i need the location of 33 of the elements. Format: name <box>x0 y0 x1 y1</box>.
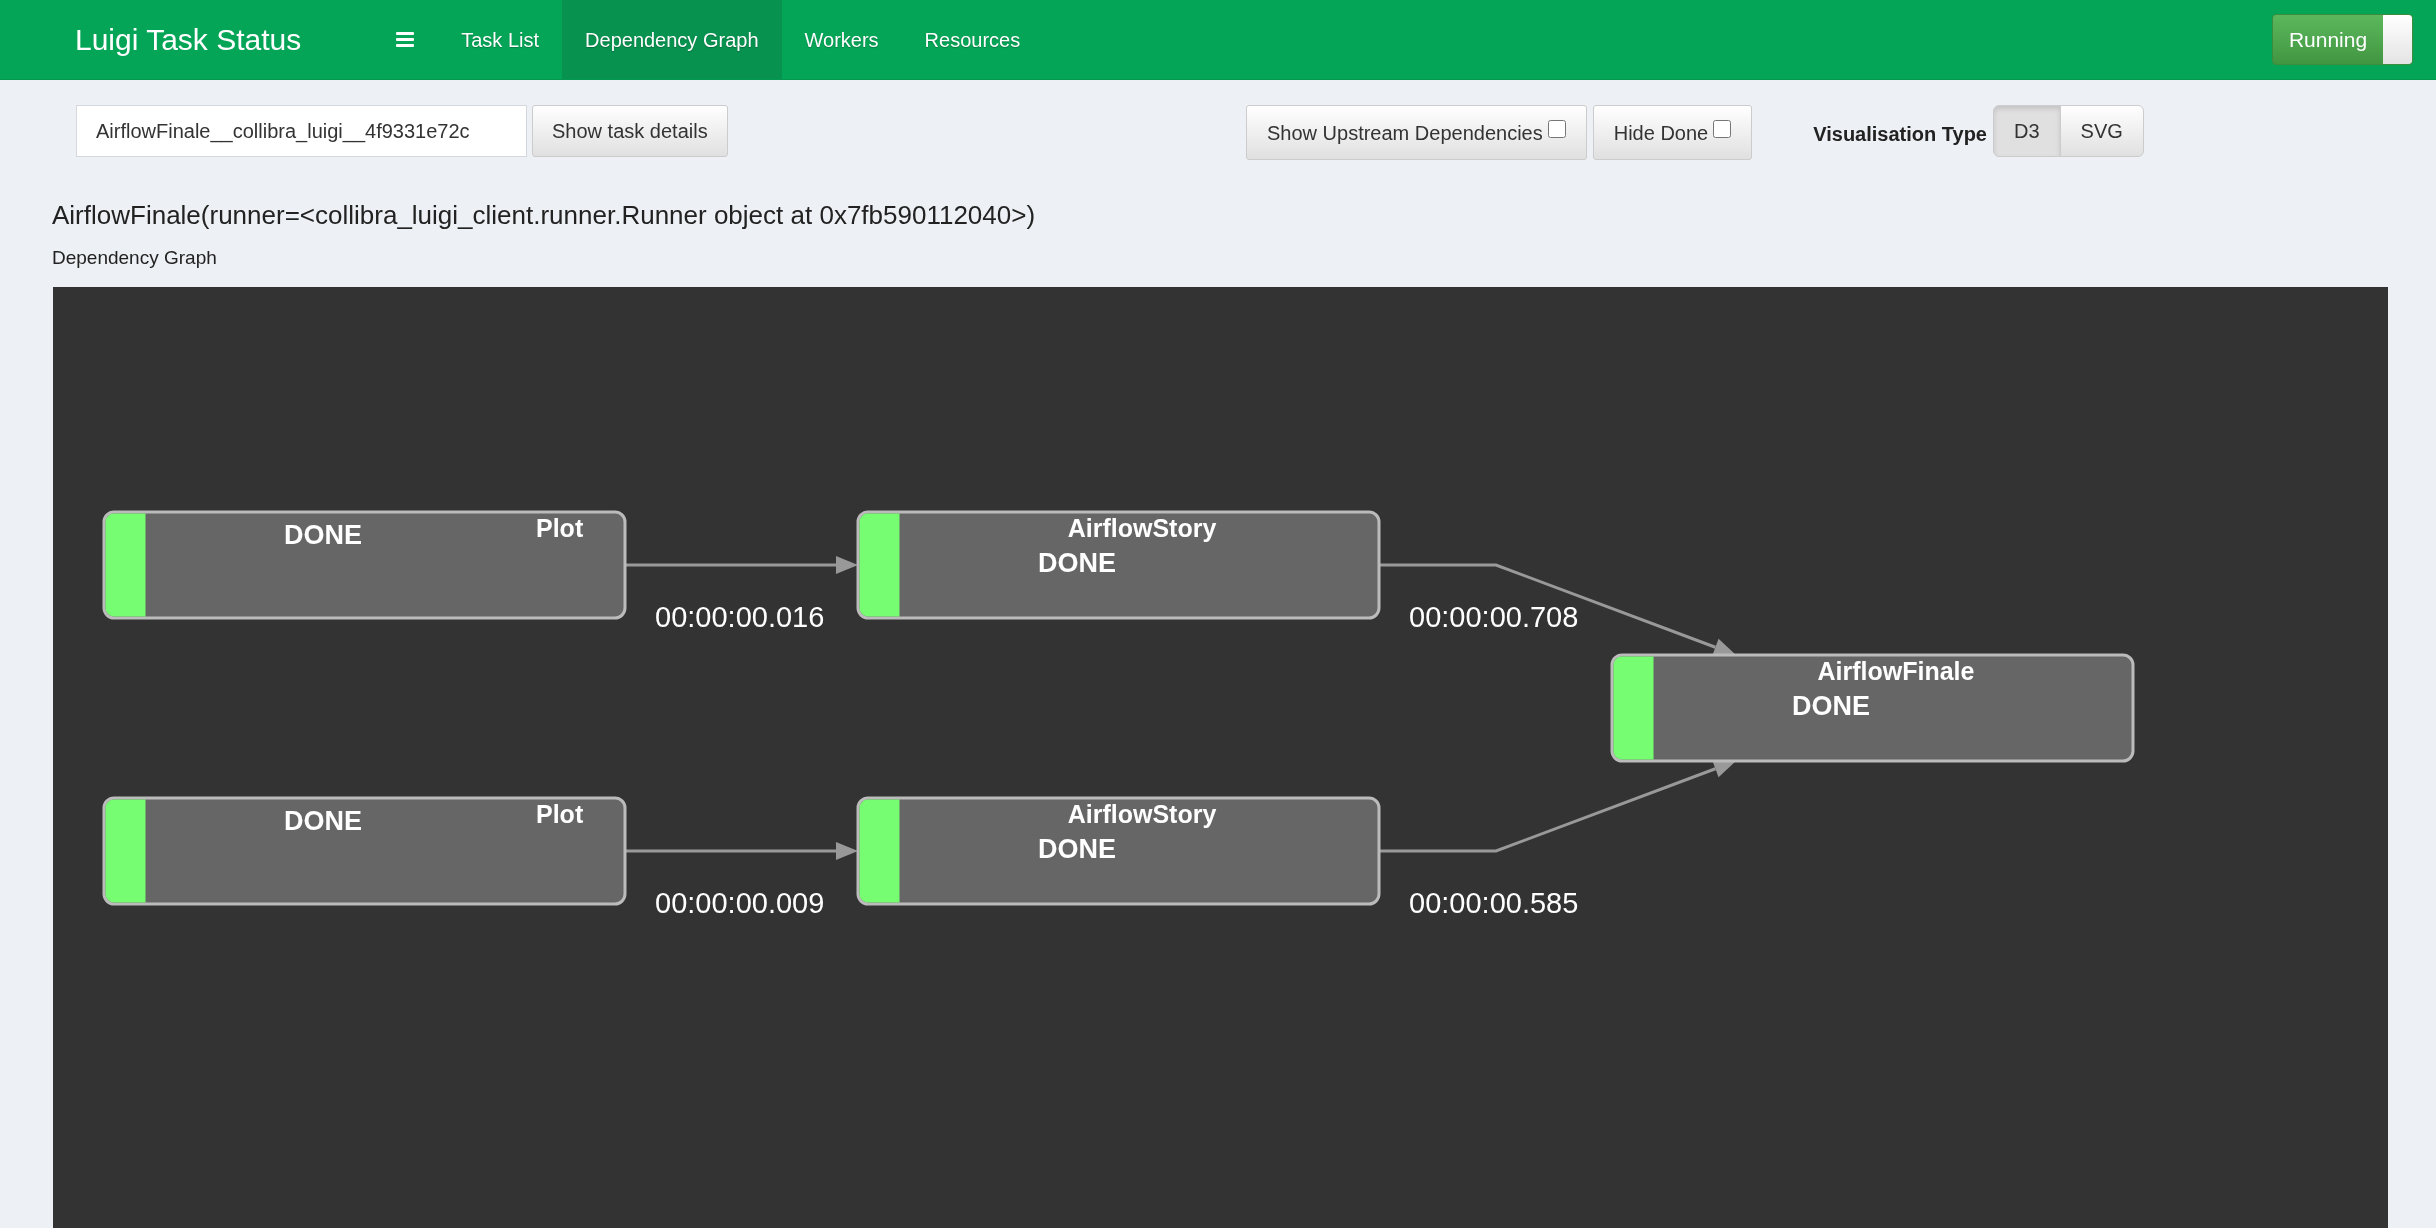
task-node[interactable] <box>1610 653 2135 763</box>
task-node[interactable] <box>856 510 1381 620</box>
task-status: DONE <box>284 520 362 550</box>
task-node[interactable] <box>102 796 627 906</box>
show-details-button[interactable]: Show task details <box>532 105 728 157</box>
filter-toggle[interactable]: Hide Done <box>1592 105 1753 160</box>
task-name: AirflowFinale <box>1817 657 1975 685</box>
task-name: Plot <box>536 514 584 542</box>
task-name-field[interactable]: AirflowFinale__collibra_luigi__4f9331e72c <box>76 105 527 157</box>
task-status: DONE <box>284 806 362 836</box>
switch-handle[interactable] <box>2383 15 2412 64</box>
task-status: DONE <box>1038 834 1116 864</box>
task-status: DONE <box>1038 548 1116 578</box>
graph-caption: Dependency Graph <box>52 246 218 270</box>
duration-label: 00:00:00.708 <box>1409 601 1579 633</box>
task-name: AirflowStory <box>1067 800 1217 828</box>
task-node[interactable] <box>856 796 1381 906</box>
duration-label: 00:00:00.016 <box>655 601 825 633</box>
visualisation-type-label: Visualisation Type <box>1813 122 1987 147</box>
view-option-button[interactable]: D3 <box>1993 105 2061 157</box>
nav-tab[interactable]: Dependency Graph <box>562 0 782 79</box>
task-name: Plot <box>536 800 584 828</box>
checkbox[interactable] <box>1547 119 1566 138</box>
duration-label: 00:00:00.009 <box>655 887 825 919</box>
task-name: AirflowStory <box>1067 514 1217 542</box>
task-status: DONE <box>1792 691 1870 721</box>
filter-toggle[interactable]: Show Upstream Dependencies <box>1246 105 1587 160</box>
task-title: AirflowFinale(runner=<collibra_luigi_client.runner.Runner object at 0x7fb590112040>) <box>52 199 1037 232</box>
task-node[interactable] <box>102 510 627 620</box>
view-option-button[interactable]: SVG <box>2059 105 2144 157</box>
checkbox[interactable] <box>1713 119 1732 138</box>
duration-label: 00:00:00.585 <box>1409 887 1579 919</box>
menu-icon[interactable] <box>396 32 415 47</box>
